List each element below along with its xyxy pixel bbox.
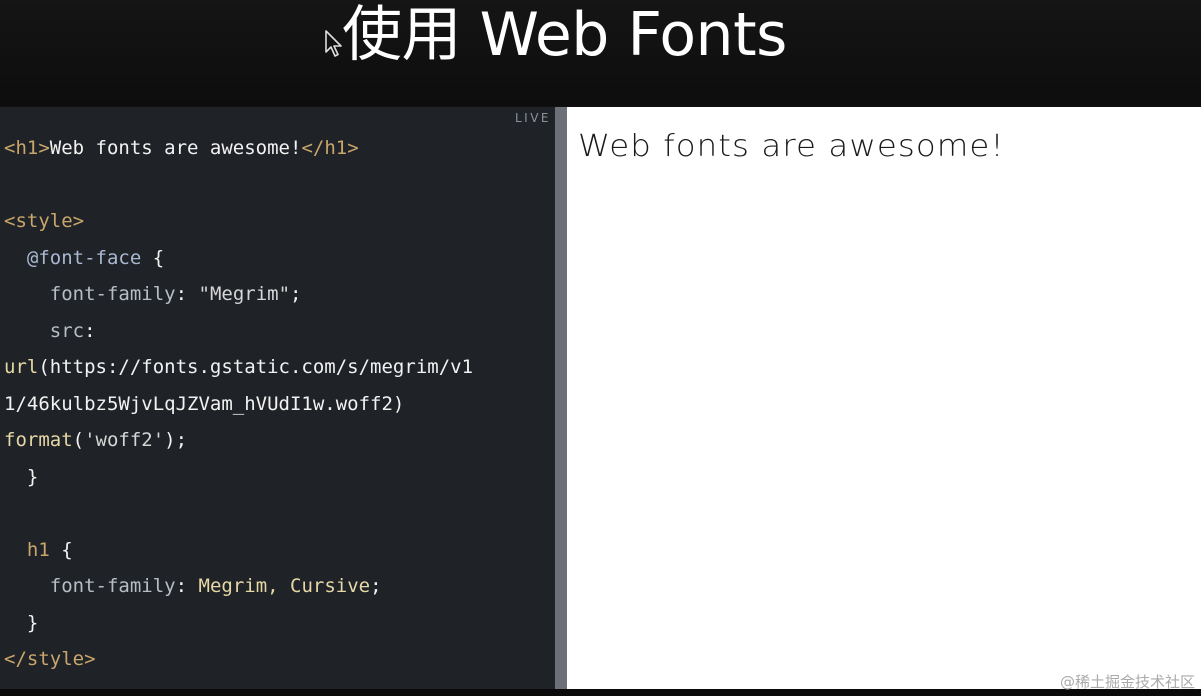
code-line[interactable]: 1/46kulbz5WjvLqJZVam_hVUdI1w.woff2): [4, 386, 473, 423]
code-line[interactable]: [4, 167, 473, 204]
code-line[interactable]: font-family: "Megrim";: [4, 276, 473, 313]
code-token: @font-face: [26, 246, 142, 269]
code-line[interactable]: <h1>Web fonts are awesome!</h1>: [4, 130, 473, 167]
live-label: LIVE: [514, 111, 551, 125]
code-token: <style>: [4, 210, 85, 232]
bottom-strip: [0, 689, 1201, 696]
code-token: ;: [370, 575, 382, 597]
code-block[interactable]: <h1>Web fonts are awesome!</h1> <style> @…: [4, 130, 473, 678]
code-token: src: [49, 319, 85, 342]
code-line[interactable]: font-family: Megrim, Cursive;: [4, 568, 473, 605]
code-token: (https://fonts.gstatic.com/s/megrim/v1: [38, 356, 474, 378]
code-token: <h1>: [4, 137, 50, 159]
code-token: }: [4, 611, 39, 634]
code-line[interactable]: url(https://fonts.gstatic.com/s/megrim/v…: [4, 349, 473, 386]
code-token: Web fonts are awesome!: [49, 137, 302, 159]
live-preview: Web fonts are awesome!: [567, 107, 1201, 689]
code-token: url: [4, 356, 39, 378]
code-token: font-family: [49, 283, 176, 305]
code-token: :: [175, 575, 199, 597]
code-token: format: [4, 429, 73, 451]
code-token: {: [49, 538, 73, 561]
watermark: @稀土掘金技术社区: [1059, 673, 1195, 691]
code-token: ;: [290, 283, 302, 305]
code-token: Megrim, Cursive: [198, 575, 371, 597]
code-token: h1: [26, 538, 50, 561]
code-line[interactable]: src:: [4, 313, 473, 350]
code-line[interactable]: <style>: [4, 203, 473, 240]
code-token: </style>: [4, 648, 96, 670]
code-line[interactable]: h1 {: [4, 532, 473, 569]
code-token: (: [72, 429, 85, 451]
slide-title: 使用 Web Fonts: [342, 0, 787, 70]
code-token: "Megrim": [198, 283, 291, 305]
code-token: 1/46kulbz5WjvLqJZVam_hVUdI1w.woff2): [4, 392, 405, 415]
code-token: :: [175, 283, 199, 305]
code-token: :: [84, 319, 96, 342]
code-line[interactable]: [4, 495, 473, 532]
code-token: }: [4, 465, 39, 488]
code-token: </h1>: [301, 137, 359, 159]
code-token: );: [164, 429, 188, 451]
code-token: font-family: [49, 575, 176, 597]
preview-heading: Web fonts are awesome!: [578, 129, 1005, 164]
pane-divider[interactable]: [555, 107, 567, 689]
code-line[interactable]: }: [4, 605, 473, 642]
code-line[interactable]: </style>: [4, 641, 473, 678]
code-token: 'woff2': [84, 429, 165, 451]
slide-header: 使用 Web Fonts: [0, 0, 1201, 106]
code-line[interactable]: }: [4, 459, 473, 496]
code-line[interactable]: @font-face {: [4, 240, 473, 277]
code-token: {: [141, 246, 165, 269]
mouse-pointer-icon: [325, 30, 342, 57]
code-editor[interactable]: LIVE <h1>Web fonts are awesome!</h1> <sty…: [0, 107, 555, 689]
code-line[interactable]: format('woff2');: [4, 422, 473, 459]
